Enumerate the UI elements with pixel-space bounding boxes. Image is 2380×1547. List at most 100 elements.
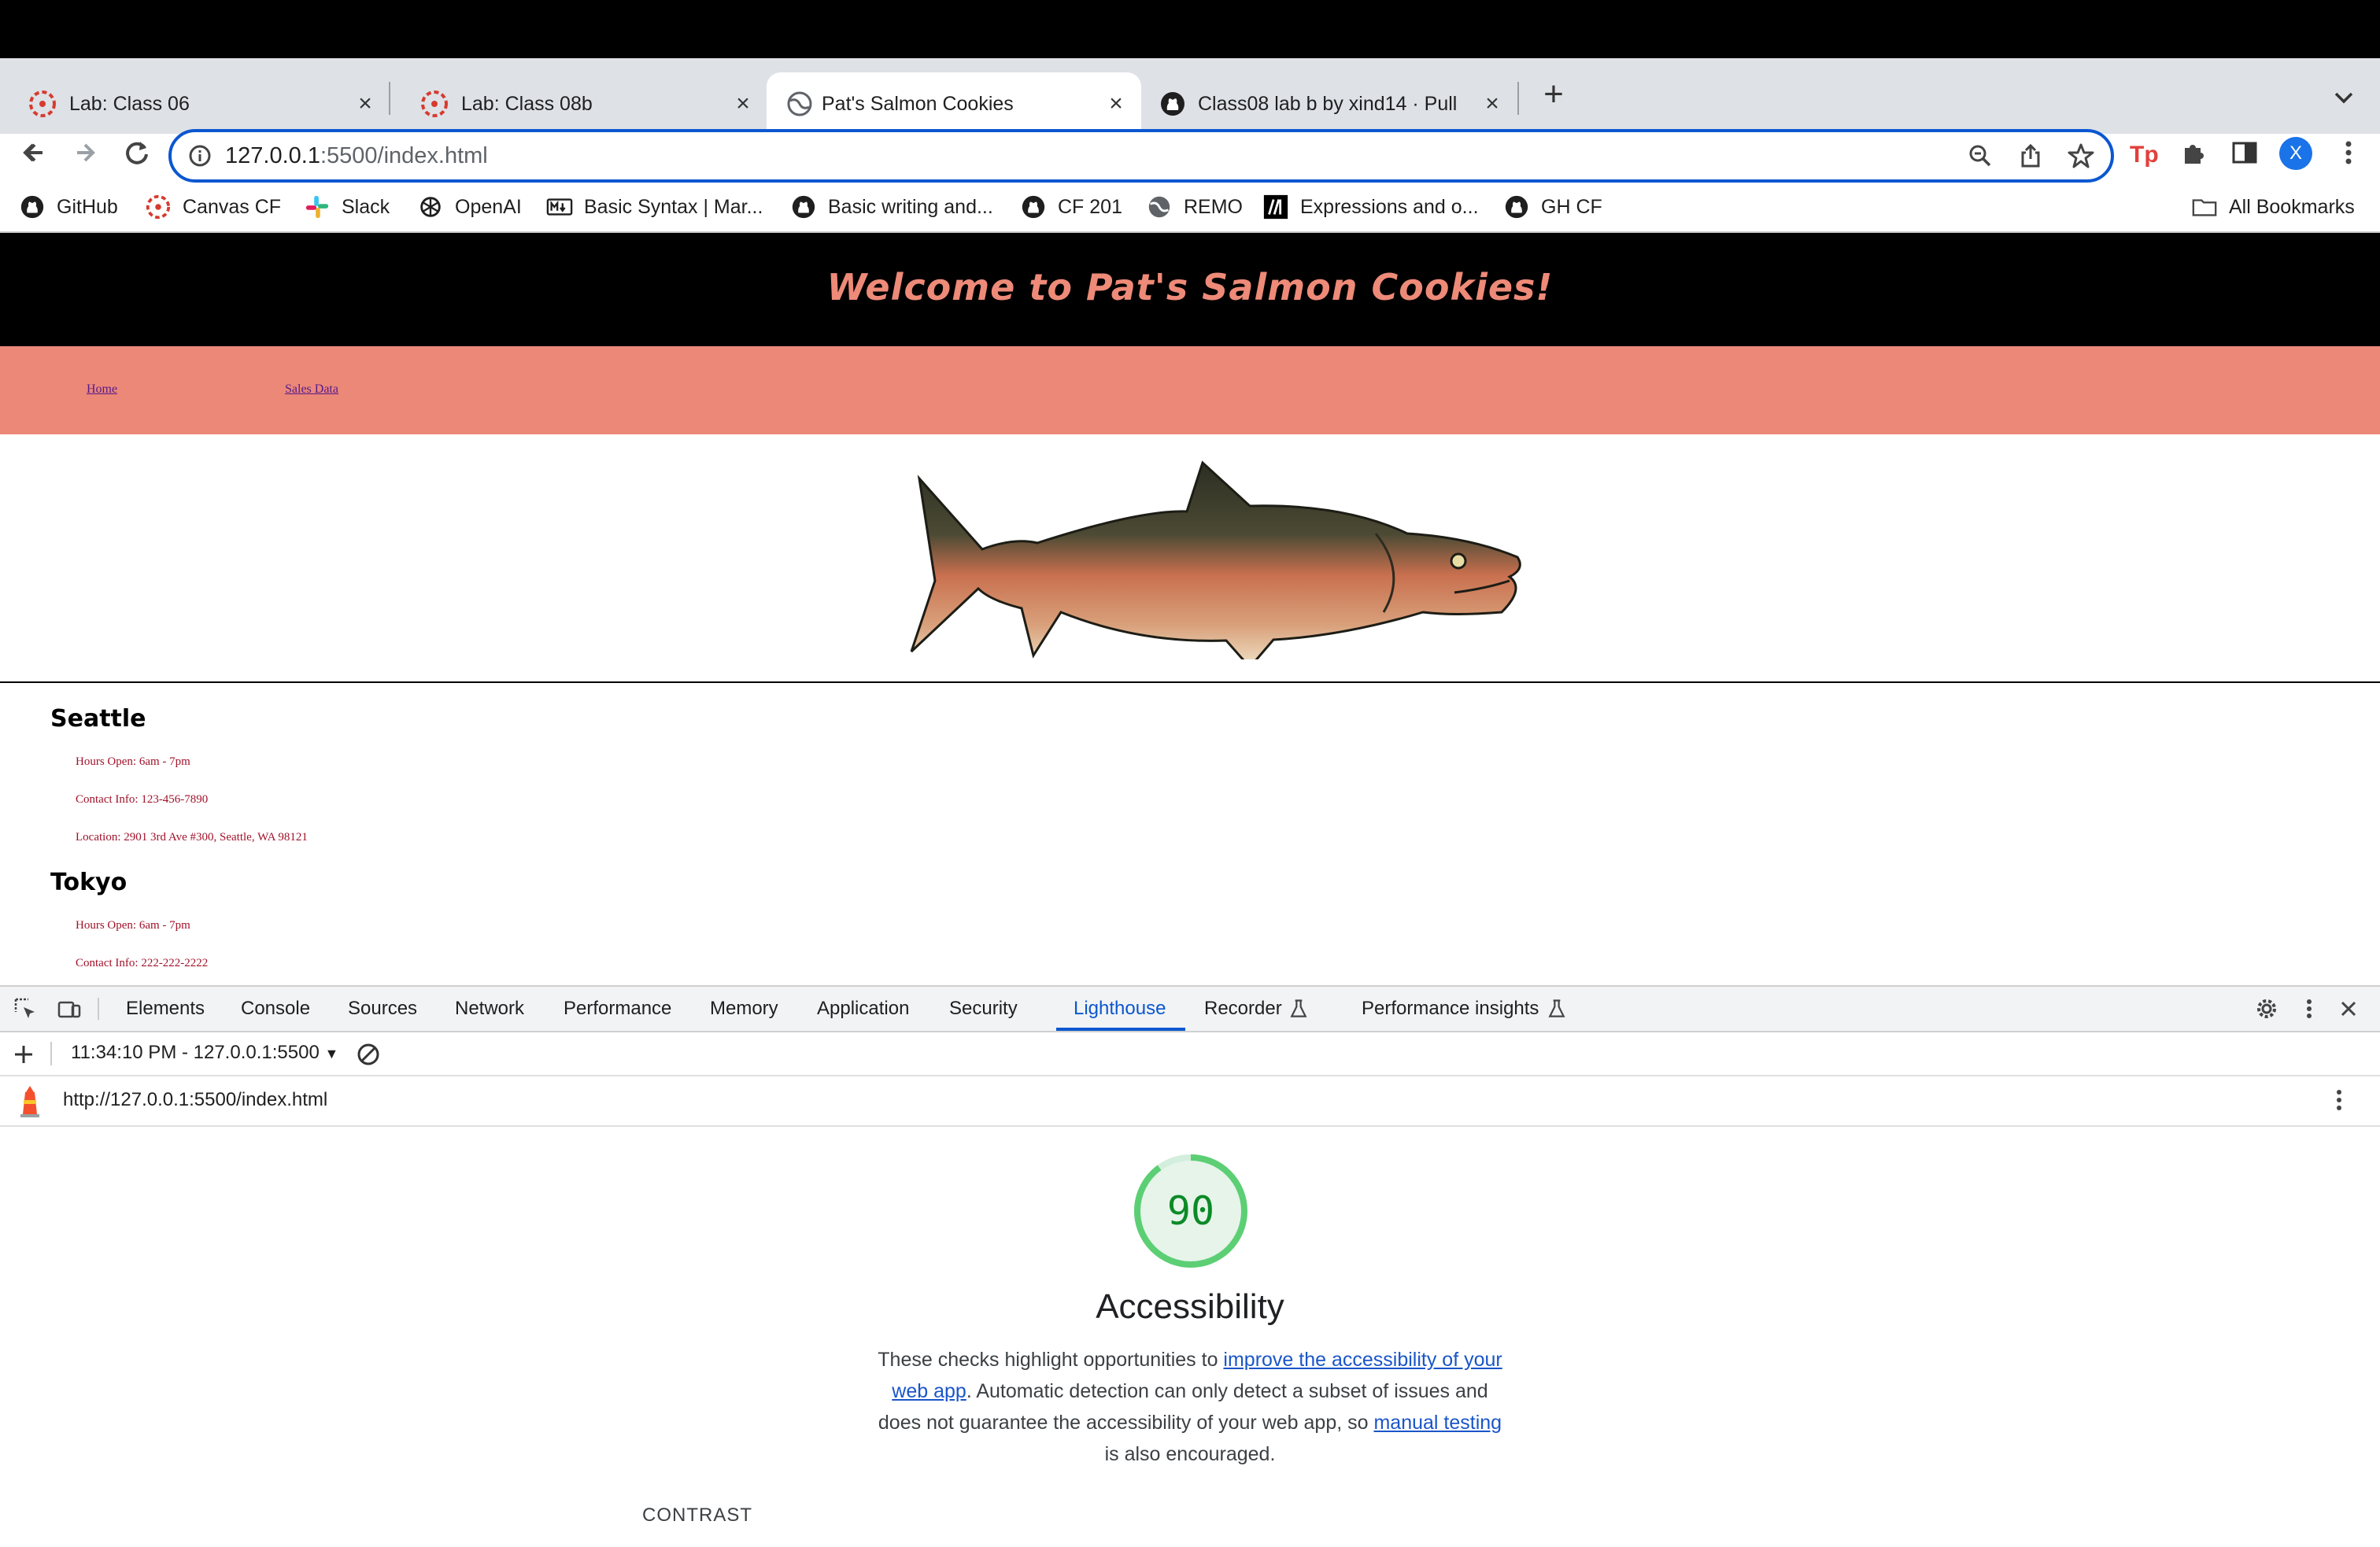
devtools-tab-elements[interactable]: Elements bbox=[126, 987, 205, 1031]
report-select[interactable]: 11:34:10 PM - 127.0.0.1:5500 ▼ bbox=[71, 1042, 338, 1064]
bookmark-label: All Bookmarks bbox=[2229, 195, 2355, 218]
bookmark-canvas-cf[interactable]: Canvas CF bbox=[145, 192, 281, 222]
bookmark-basic-syntax[interactable]: Basic Syntax | Mar... bbox=[546, 192, 763, 222]
location-contact: Contact Info: 222-222-2222 bbox=[76, 957, 209, 969]
devtools-tab-memory[interactable]: Memory bbox=[710, 987, 778, 1031]
devtools-tab-lighthouse[interactable]: Lighthouse bbox=[1074, 987, 1166, 1031]
lighthouse-toolbar: 11:34:10 PM - 127.0.0.1:5500 ▼ bbox=[0, 1032, 2380, 1076]
system-menu-bar bbox=[0, 0, 2380, 58]
side-panel-icon[interactable] bbox=[2229, 137, 2260, 168]
globe-icon bbox=[787, 91, 812, 116]
site-header: Welcome to Pat's Salmon Cookies! bbox=[0, 233, 2380, 346]
bookmark-label: Expressions and o... bbox=[1300, 195, 1479, 218]
close-icon[interactable]: × bbox=[1480, 91, 1505, 116]
site-nav: Home Sales Data bbox=[0, 346, 2380, 434]
bookmark-label: Basic Syntax | Mar... bbox=[584, 195, 763, 218]
share-icon[interactable] bbox=[2016, 142, 2045, 170]
tab-separator bbox=[1517, 82, 1519, 115]
forward-arrow-icon[interactable] bbox=[63, 131, 107, 175]
tab-label: Pat's Salmon Cookies bbox=[822, 93, 1014, 115]
page-viewport: Welcome to Pat's Salmon Cookies! Home Sa… bbox=[0, 233, 2380, 987]
bookmarks-bar: GitHub Canvas CF Slack OpenAI Basic Synt… bbox=[0, 183, 2380, 233]
tab-lab-class-06[interactable]: Lab: Class 06 × bbox=[0, 72, 386, 134]
star-icon[interactable] bbox=[2067, 142, 2095, 170]
markdown-icon bbox=[546, 198, 573, 216]
tab-pats-salmon-cookies[interactable]: Pat's Salmon Cookies × bbox=[767, 72, 1141, 134]
clear-icon[interactable] bbox=[356, 1042, 381, 1067]
flask-icon bbox=[1290, 999, 1307, 1017]
bookmark-slack[interactable]: Slack bbox=[304, 192, 390, 222]
tab-strip: Lab: Class 06 × Lab: Class 08b × Pat's S… bbox=[0, 58, 2380, 134]
bookmark-remo[interactable]: REMO bbox=[1146, 192, 1243, 222]
zoom-icon[interactable] bbox=[1966, 142, 1994, 170]
nav-link-home[interactable]: Home bbox=[87, 382, 117, 397]
tab-lab-class-08b[interactable]: Lab: Class 08b × bbox=[392, 72, 765, 134]
devtools-tab-console[interactable]: Console bbox=[241, 987, 310, 1031]
github-icon bbox=[1505, 195, 1528, 219]
description-text: These checks highlight opportunities to bbox=[878, 1349, 1224, 1371]
devtools-tab-bar: Elements Console Sources Network Perform… bbox=[0, 987, 2380, 1032]
site-title: Welcome to Pat's Salmon Cookies! bbox=[826, 266, 1554, 308]
close-icon[interactable]: × bbox=[1103, 91, 1129, 116]
inspect-element-icon[interactable] bbox=[13, 996, 38, 1021]
location-heading-tokyo: Tokyo bbox=[50, 869, 128, 896]
close-icon[interactable]: × bbox=[353, 91, 378, 116]
bookmark-basic-writing[interactable]: Basic writing and... bbox=[790, 192, 993, 222]
category-description: These checks highlight opportunities to … bbox=[869, 1344, 1511, 1470]
tab-class08-lab-b-pull[interactable]: Class08 lab b by xind14 · Pull × bbox=[1143, 72, 1517, 134]
openai-icon bbox=[420, 197, 441, 217]
nav-link-sales-data[interactable]: Sales Data bbox=[285, 382, 338, 397]
gear-icon[interactable] bbox=[2254, 996, 2279, 1021]
tab-label: Class08 lab b by xind14 · Pull bbox=[1198, 93, 1458, 115]
profile-avatar[interactable]: X bbox=[2279, 137, 2312, 170]
address-bar[interactable]: 127.0.0.1:5500/index.html bbox=[168, 129, 2114, 183]
bookmark-gh-cf[interactable]: GH CF bbox=[1503, 192, 1602, 222]
info-icon[interactable] bbox=[187, 143, 213, 168]
kebab-menu-icon[interactable] bbox=[2326, 1087, 2352, 1113]
canvas-logo-icon bbox=[29, 90, 56, 117]
url-host: 127.0.0.1 bbox=[225, 143, 320, 168]
tab-label: Lab: Class 08b bbox=[461, 93, 593, 115]
devtools-tab-performance[interactable]: Performance bbox=[564, 987, 671, 1031]
devtools-tab-recorder[interactable]: Recorder bbox=[1204, 987, 1282, 1031]
toolbar-extension-tp-icon[interactable]: Tp bbox=[2128, 137, 2160, 168]
caret-down-icon: ▼ bbox=[324, 1046, 339, 1061]
puzzle-icon[interactable] bbox=[2179, 137, 2210, 168]
bookmark-cf-201[interactable]: CF 201 bbox=[1020, 192, 1122, 222]
plus-icon[interactable] bbox=[11, 1042, 36, 1067]
chevron-down-icon[interactable] bbox=[2330, 83, 2358, 112]
devtools-tab-performance-insights[interactable]: Performance insights bbox=[1362, 987, 1539, 1031]
lighthouse-report-header: http://127.0.0.1:5500/index.html bbox=[0, 1076, 2380, 1127]
github-icon bbox=[20, 195, 44, 219]
bookmark-label: REMO bbox=[1184, 195, 1243, 218]
devtools-tab-network[interactable]: Network bbox=[455, 987, 524, 1031]
canvas-logo-icon bbox=[421, 90, 448, 117]
kebab-menu-icon[interactable] bbox=[2333, 137, 2364, 168]
devtools-tab-sources[interactable]: Sources bbox=[348, 987, 417, 1031]
devtools-tab-application[interactable]: Application bbox=[817, 987, 909, 1031]
manual-testing-link[interactable]: manual testing bbox=[1373, 1412, 1502, 1434]
bookmark-expressions[interactable]: Expressions and o... bbox=[1262, 192, 1479, 222]
flask-icon bbox=[1548, 999, 1565, 1017]
bookmark-github[interactable]: GitHub bbox=[19, 192, 118, 222]
all-bookmarks-button[interactable]: All Bookmarks bbox=[2191, 192, 2355, 222]
close-icon[interactable]: × bbox=[730, 91, 756, 116]
description-text: is also encouraged. bbox=[1104, 1443, 1276, 1465]
bookmark-label: CF 201 bbox=[1058, 195, 1122, 218]
device-toolbar-icon[interactable] bbox=[57, 996, 82, 1021]
address-url[interactable]: 127.0.0.1:5500/index.html bbox=[225, 132, 488, 179]
back-arrow-icon[interactable] bbox=[13, 131, 57, 175]
location-address: Location: 2901 3rd Ave #300, Seattle, WA… bbox=[76, 831, 308, 844]
devtools-tab-security[interactable]: Security bbox=[949, 987, 1018, 1031]
folder-icon bbox=[2192, 199, 2217, 216]
slack-icon bbox=[305, 195, 329, 219]
bookmark-openai[interactable]: OpenAI bbox=[417, 192, 522, 222]
location-heading-seattle: Seattle bbox=[50, 705, 146, 733]
reload-icon[interactable] bbox=[115, 131, 159, 175]
close-icon[interactable] bbox=[2336, 996, 2361, 1021]
kebab-menu-icon[interactable] bbox=[2297, 996, 2322, 1021]
new-tab-button[interactable]: + bbox=[1538, 77, 1569, 112]
location-hours: Hours Open: 6am - 7pm bbox=[76, 755, 190, 768]
report-select-value: 11:34:10 PM - 127.0.0.1:5500 bbox=[71, 1042, 320, 1063]
bookmark-label: Basic writing and... bbox=[828, 195, 993, 218]
